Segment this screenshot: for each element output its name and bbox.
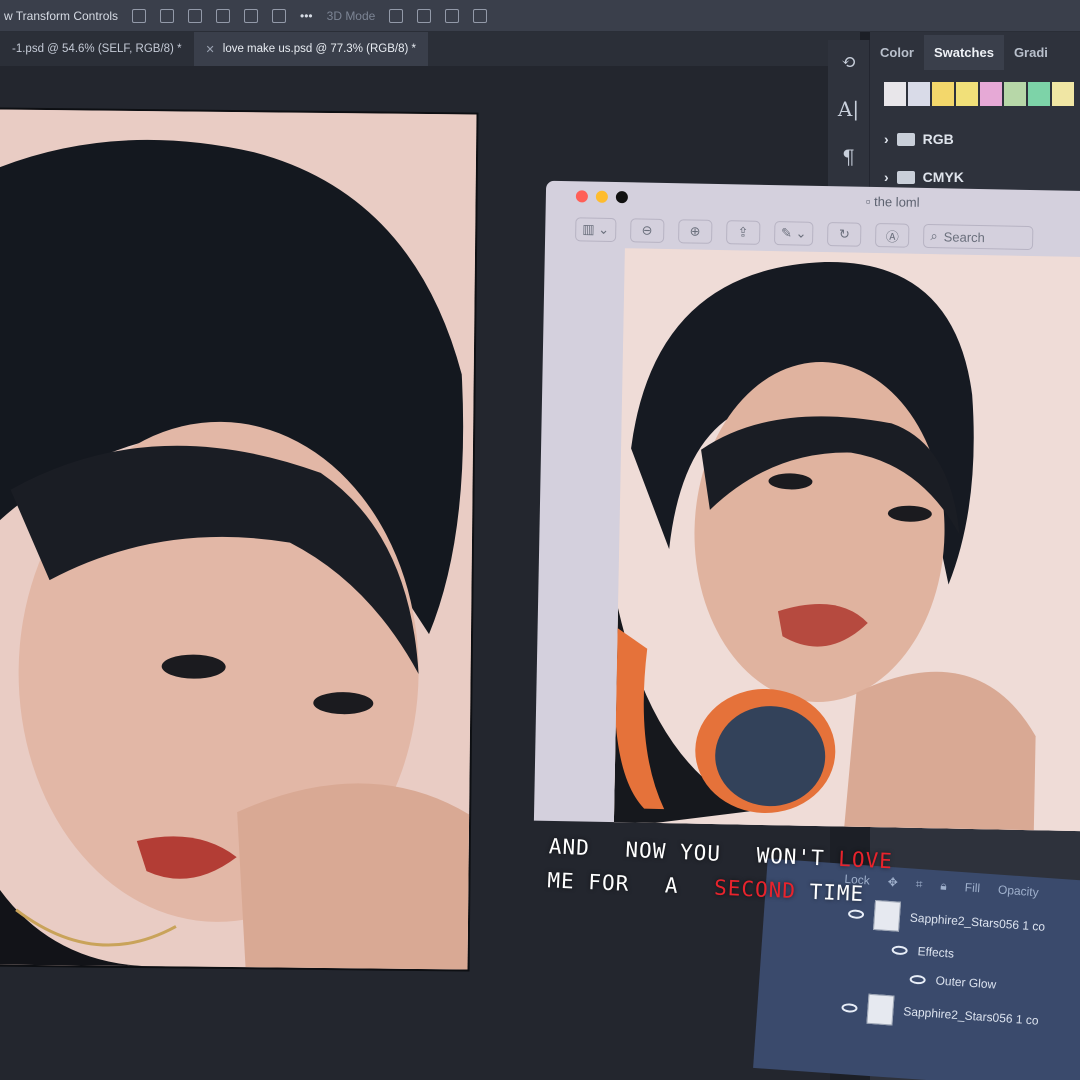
sidebar-toggle-button[interactable]: ▥ ⌄ (575, 217, 617, 243)
zoom-window-button[interactable] (615, 191, 629, 204)
lyric-word: WON'T (755, 843, 826, 871)
tab-self-document[interactable]: -1.psd @ 54.6% (SELF, RGB/8) * (0, 32, 194, 66)
lyric-word: NOW (624, 837, 667, 864)
tool-strip: ⟲ A| ¶ (828, 40, 870, 200)
swatch[interactable] (1028, 82, 1050, 106)
options-bar: w Transform Controls ••• 3D Mode (0, 0, 1080, 32)
tab-swatches[interactable]: Swatches (923, 35, 1004, 70)
swatch[interactable] (980, 82, 1002, 106)
roll-3d-icon[interactable] (417, 8, 432, 23)
visibility-eye-icon[interactable] (841, 1002, 858, 1013)
sidebar-icon: ▥ ⌄ (582, 221, 610, 237)
lyric-word-highlight: LOVE (837, 846, 894, 874)
markup-button[interactable]: ✎ ⌄ (773, 221, 814, 246)
align-right-icon[interactable] (188, 8, 203, 23)
more-options-icon[interactable]: ••• (300, 9, 313, 23)
group-label: CMYK (922, 169, 964, 185)
swatch-groups: › RGB › CMYK (870, 106, 1080, 196)
preview-window: ▫ the loml ▥ ⌄ ⊖ ⊕ ⇪ ✎ ⌄ ↻ Ⓐ ⌕ Search (533, 180, 1080, 832)
zoom-out-icon: ⊖ (641, 222, 653, 238)
close-tab-icon[interactable]: ✕ (206, 43, 215, 56)
distribute-icon[interactable] (244, 8, 259, 23)
window-title-text: the loml (873, 193, 920, 210)
portrait-illustration (0, 109, 477, 970)
align-top-icon[interactable] (216, 8, 231, 23)
effect-label: Outer Glow (935, 973, 997, 992)
align-bottom-icon[interactable] (272, 8, 287, 23)
lyric-word-highlight: SECOND (713, 875, 797, 904)
folder-icon (896, 132, 915, 146)
fill-label: Fill (964, 880, 981, 896)
annotate-button[interactable]: Ⓐ (875, 223, 910, 248)
swatch[interactable] (884, 82, 906, 106)
transform-controls-label[interactable]: w Transform Controls (4, 9, 118, 23)
portrait-illustration (613, 248, 1080, 832)
lyric-word: FOR (587, 870, 630, 896)
rotate-button[interactable]: ↻ (827, 222, 862, 247)
document-tab-bar: -1.psd @ 54.6% (SELF, RGB/8) * ✕ love ma… (0, 32, 860, 66)
chevron-right-icon[interactable]: › (884, 131, 889, 147)
tab-label: -1.psd @ 54.6% (SELF, RGB/8) * (12, 43, 182, 55)
tab-color[interactable]: Color (870, 45, 924, 70)
align-center-icon[interactable] (160, 8, 175, 23)
panel-tabs: Color Swatches Gradi (870, 32, 1080, 70)
lyric-word: YOU (679, 840, 722, 866)
zoom-in-icon: ⊕ (689, 223, 701, 239)
swatch-group-rgb[interactable]: › RGB (884, 120, 1080, 158)
lyric-word: A (664, 873, 680, 898)
character-panel-icon[interactable]: A| (838, 97, 859, 121)
folder-icon (896, 170, 915, 184)
pen-icon: ✎ ⌄ (780, 225, 807, 241)
share-button[interactable]: ⇪ (725, 220, 761, 245)
chevron-right-icon[interactable]: › (884, 169, 889, 185)
visibility-eye-icon[interactable] (891, 944, 908, 955)
layer-name: Sapphire2_Stars056 1 co (902, 1004, 1040, 1028)
3d-mode-label: 3D Mode (326, 8, 376, 23)
paragraph-panel-icon[interactable]: ¶ (842, 145, 855, 169)
visibility-eye-icon[interactable] (909, 974, 926, 985)
swatch[interactable] (908, 82, 930, 106)
pan-3d-icon[interactable] (445, 8, 460, 23)
search-placeholder: Search (943, 228, 986, 245)
tab-gradients[interactable]: Gradi (1004, 45, 1058, 70)
search-icon: ⌕ (930, 228, 938, 244)
effects-label: Effects (917, 944, 955, 961)
lyric-word: AND (548, 834, 591, 861)
lyric-word: ME (546, 868, 576, 894)
history-icon[interactable]: ⟲ (841, 52, 856, 73)
zoom-in-button[interactable]: ⊕ (677, 219, 713, 244)
document-icon: ▫ (865, 193, 871, 209)
align-left-icon[interactable] (132, 8, 147, 23)
lyric-word: TIME (809, 879, 865, 907)
share-icon: ⇪ (737, 224, 749, 240)
rotate-icon: ↻ (838, 226, 851, 242)
layer-thumbnail (866, 993, 895, 1026)
slide-3d-icon[interactable] (473, 8, 488, 23)
close-window-button[interactable] (575, 190, 589, 203)
swatch[interactable] (1052, 82, 1074, 106)
swatch[interactable] (932, 82, 954, 106)
minimize-window-button[interactable] (595, 190, 609, 203)
zoom-out-button[interactable]: ⊖ (629, 218, 665, 243)
recent-swatches (870, 70, 1080, 106)
tab-love-make-us[interactable]: ✕ love make us.psd @ 77.3% (RGB/8) * (193, 32, 428, 66)
swatch[interactable] (956, 82, 978, 106)
tab-label: love make us.psd @ 77.3% (RGB/8) * (222, 43, 416, 55)
window-title: ▫ the loml (866, 194, 920, 210)
opacity-label: Opacity (997, 882, 1040, 900)
group-label: RGB (922, 131, 954, 147)
orbit-3d-icon[interactable] (389, 8, 404, 23)
canvas-photo (0, 109, 477, 970)
preview-photo (613, 248, 1080, 832)
swatch[interactable] (1004, 82, 1026, 106)
annotate-icon: Ⓐ (885, 228, 900, 244)
search-field[interactable]: ⌕ Search (923, 223, 1034, 251)
